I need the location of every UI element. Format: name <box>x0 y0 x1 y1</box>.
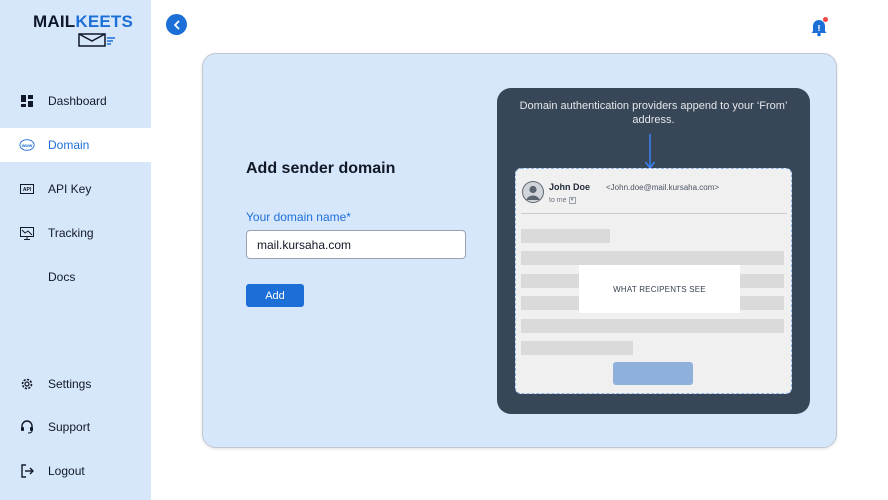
add-button[interactable]: Add <box>246 284 304 307</box>
sidebar-item-label: Domain <box>48 138 90 152</box>
svg-text:www: www <box>21 143 33 148</box>
www-icon: www <box>19 137 35 153</box>
caret-down-icon: ▾ <box>568 197 576 204</box>
placeholder-line <box>521 251 784 265</box>
placeholder-line <box>521 341 633 355</box>
sidebar-item-label: Tracking <box>48 226 94 240</box>
domain-input[interactable] <box>246 230 466 259</box>
sender-email: <John.doe@mail.kursaha.com> <box>606 183 720 192</box>
avatar-icon <box>522 181 544 203</box>
sidebar-item-dashboard[interactable]: Dashboard <box>0 84 151 118</box>
svg-text:API: API <box>23 187 32 193</box>
bell-icon <box>811 17 828 37</box>
logo-text: MAILKEETS <box>33 12 133 32</box>
back-button[interactable] <box>166 14 187 35</box>
divider <box>521 213 787 214</box>
arrow-down-icon <box>644 134 656 170</box>
headset-icon <box>19 419 35 435</box>
api-icon: API <box>19 181 35 197</box>
sidebar: MAILKEETS Dashboard www Domain API API K… <box>0 0 151 500</box>
logo-text-mail: MAIL <box>33 12 76 31</box>
placeholder-line <box>521 229 610 243</box>
sidebar-item-api-key[interactable]: API API Key <box>0 172 151 206</box>
envelope-logo-icon <box>78 33 115 47</box>
to-me-label: to me <box>549 197 567 204</box>
sidebar-item-settings[interactable]: Settings <box>0 367 151 401</box>
page-title: Add sender domain <box>246 160 396 177</box>
sidebar-item-label: Logout <box>48 464 85 478</box>
domain-field-label: Your domain name* <box>246 210 351 224</box>
recipient-line: to me ▾ <box>549 197 576 204</box>
sidebar-item-label: Settings <box>48 377 92 391</box>
app: MAILKEETS Dashboard www Domain API API K… <box>0 0 888 500</box>
tracking-icon <box>19 225 35 241</box>
notification-dot <box>823 17 828 22</box>
sidebar-item-support[interactable]: Support <box>0 410 151 444</box>
logo-text-keets: KEETS <box>75 12 134 31</box>
notification-bell-button[interactable] <box>810 17 828 37</box>
gear-icon <box>19 376 35 392</box>
sidebar-item-label: Dashboard <box>48 94 107 108</box>
email-mockup: John Doe <John.doe@mail.kursaha.com> to … <box>515 168 792 394</box>
add-domain-card: Add sender domain Your domain name* Add … <box>202 53 837 448</box>
sidebar-item-label: Docs <box>48 270 76 284</box>
logout-icon <box>19 463 35 479</box>
sidebar-item-logout[interactable]: Logout <box>0 454 151 488</box>
recipients-label-box: WHAT RECIPENTS SEE <box>579 265 740 313</box>
sidebar-item-domain[interactable]: www Domain <box>0 128 151 162</box>
sidebar-item-label: API Key <box>48 182 92 196</box>
dashboard-icon <box>19 93 35 109</box>
sidebar-item-tracking[interactable]: Tracking <box>0 216 151 250</box>
preview-caption: Domain authentication providers append t… <box>519 100 788 126</box>
sidebar-item-docs[interactable]: Docs <box>0 260 151 294</box>
recipients-label: WHAT RECIPENTS SEE <box>613 284 706 294</box>
email-placeholder-button <box>613 362 693 385</box>
sender-name: John Doe <box>549 182 591 192</box>
placeholder-line <box>521 319 784 333</box>
chevron-left-icon <box>173 20 179 29</box>
email-preview-panel: Domain authentication providers append t… <box>497 88 810 414</box>
logo: MAILKEETS <box>33 12 133 50</box>
sidebar-item-label: Support <box>48 420 91 434</box>
